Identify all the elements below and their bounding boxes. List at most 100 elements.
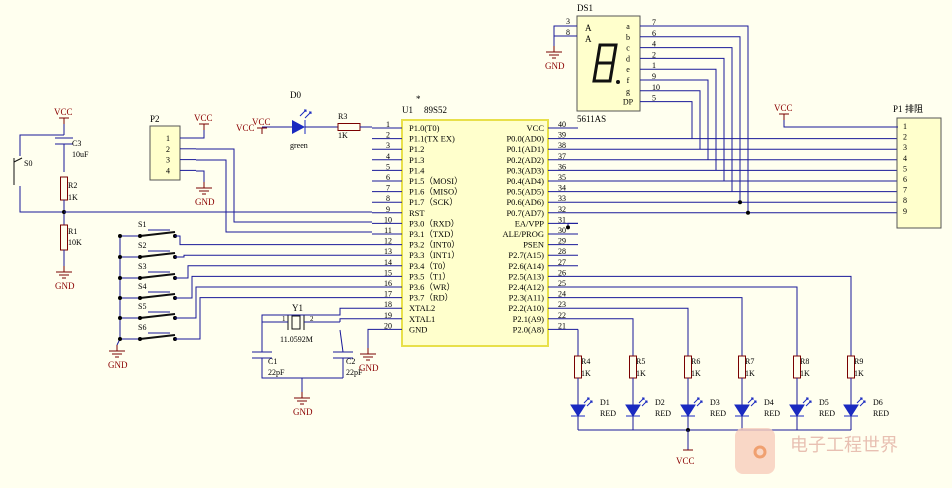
pin-number: 8	[386, 194, 390, 203]
sw-signal-wire	[175, 254, 372, 258]
pin-number: 38	[558, 141, 566, 150]
header-wire	[196, 170, 205, 182]
pin-name: P2.2(A10)	[508, 303, 544, 313]
pin-name: P1.5（MOSI）	[409, 176, 463, 186]
resistor-value: 1K	[800, 369, 810, 378]
resistor-designator: R9	[854, 357, 863, 366]
gnd-label: GND	[545, 61, 565, 71]
pin-number: 6	[652, 29, 656, 38]
pin-name: P0.2(AD2)	[506, 155, 544, 165]
r2-designator: R2	[68, 181, 77, 190]
led-color: RED	[819, 409, 835, 418]
schematic-canvas: U1 89S52*1 P1.0(T0)2 P1.1(TX EX)3 P1.24 P1.35…	[13, 3, 942, 474]
led-designator: D5	[819, 398, 829, 407]
switch-lever	[139, 273, 176, 279]
s0-designator: S0	[24, 159, 32, 168]
pin-number: 5	[903, 164, 907, 173]
pin-name: P1.7（SCK）	[409, 197, 458, 207]
pin-name: P3.0（RXD）	[409, 218, 459, 228]
pin-number: 26	[558, 268, 566, 277]
switch-designator: S1	[138, 220, 146, 229]
pin-name: P0.7(AD7)	[506, 208, 544, 218]
led-designator: D4	[764, 398, 774, 407]
watermark-text: 电子工程世界	[790, 435, 898, 455]
switch-lever	[139, 334, 176, 340]
display-seg-wire	[668, 36, 741, 203]
pin-name: GND	[409, 324, 427, 334]
pin-number: 36	[558, 162, 566, 171]
pin-number: 14	[384, 258, 392, 267]
header-designator: P2	[150, 114, 160, 124]
pin-number: 8	[903, 196, 907, 205]
pin-name: P2.0(A8)	[513, 324, 545, 334]
pin-number: 9	[903, 207, 907, 216]
d0-designator: D0	[290, 90, 301, 100]
switch-lever	[139, 313, 176, 319]
pin-number: 7	[652, 18, 656, 27]
pin-number: 19	[384, 311, 392, 320]
display-seg-wire	[668, 79, 709, 160]
pin-number: 10	[652, 83, 660, 92]
pin-number: 31	[558, 215, 566, 224]
segment-letter: g	[626, 87, 630, 96]
s0-switch	[13, 157, 23, 163]
pin-name: P3.1（TXD）	[409, 229, 459, 239]
pin-name: P3.7（RD）	[409, 293, 453, 303]
pin-number: 9	[652, 72, 656, 81]
pin-name: P1.4	[409, 165, 425, 175]
gnd-label: GND	[108, 360, 128, 370]
xtal-wire	[339, 318, 372, 322]
pin-number: 29	[558, 237, 566, 246]
resistor-value: 1K	[745, 369, 755, 378]
pin-name: P2.5(A13)	[508, 271, 544, 281]
pin-number: 4	[386, 152, 390, 161]
pin-number: 28	[558, 247, 566, 256]
vcc-label: VCC	[236, 123, 255, 133]
sw-signal-wire	[175, 286, 372, 319]
led-diode	[570, 404, 586, 417]
switch-designator: S2	[138, 241, 146, 250]
vcc-label: VCC	[774, 103, 793, 113]
switch-designator: S6	[138, 323, 146, 332]
gnd20-wire	[367, 328, 372, 348]
r1-value: 10K	[68, 238, 82, 247]
pin-number: 33	[558, 194, 566, 203]
led-drive-wire	[578, 318, 634, 356]
pin-name: P0.0(AD0)	[506, 134, 544, 144]
pin-number: 37	[558, 152, 566, 161]
sw-common-wire	[116, 236, 121, 346]
seven-seg-dp	[616, 80, 620, 84]
pin-number: 1	[166, 134, 170, 143]
pin-number: 20	[384, 321, 392, 330]
crystal-designator: Y1	[292, 303, 303, 313]
segment-letter: c	[626, 44, 630, 53]
resnet-vcc-wire	[783, 120, 898, 128]
pin-name: P2.1(A9)	[513, 314, 545, 324]
resistor-value: 1K	[581, 369, 591, 378]
gnd-label: GND	[293, 407, 313, 417]
pin-number: 6	[386, 173, 390, 182]
r1-resistor	[60, 224, 68, 251]
pin-number: 12	[384, 237, 392, 246]
led-color: RED	[764, 409, 780, 418]
resistor-designator: R5	[636, 357, 645, 366]
r3-resistor	[337, 123, 361, 131]
resistor-designator: R6	[691, 357, 700, 366]
pin-name: P1.3	[409, 155, 424, 165]
header-body	[149, 125, 181, 181]
junction-dot	[138, 234, 142, 238]
mcu-designator: U1	[402, 105, 413, 115]
resistor-designator: R4	[581, 357, 590, 366]
pin-name: P0.6(AD6)	[506, 197, 544, 207]
junction-dot	[566, 225, 570, 230]
pin-name: P1.1(TX EX)	[409, 134, 455, 144]
junction-dot	[138, 337, 142, 341]
pin-number: 21	[558, 321, 566, 330]
segment-letter: a	[626, 22, 630, 31]
led-designator: D1	[600, 398, 610, 407]
led-diode	[843, 404, 859, 417]
junction-dot	[118, 316, 122, 320]
pin-name: P2.3(A11)	[509, 293, 545, 303]
pin-number: 4	[166, 166, 170, 175]
pin-name: P3.4（T0）	[409, 261, 451, 271]
